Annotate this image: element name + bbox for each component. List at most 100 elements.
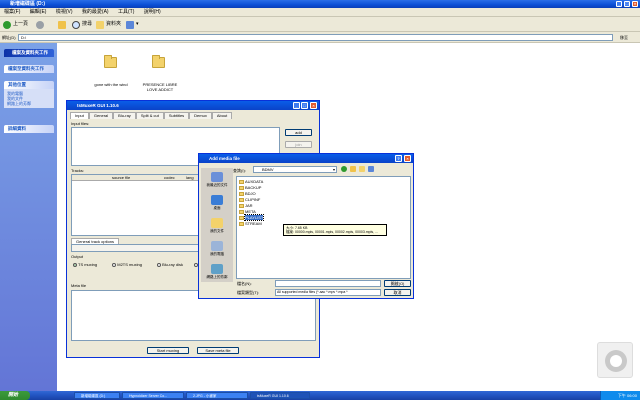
up-button[interactable] (58, 20, 66, 29)
minimize-button[interactable]: _ (293, 102, 300, 109)
menu-file[interactable]: 檔案(F) (0, 8, 24, 17)
tab-subtitles[interactable]: Subtitles (163, 112, 190, 119)
output-label: Output (71, 254, 84, 259)
open-button[interactable]: 開啟(O) (384, 280, 411, 287)
go-button[interactable]: 移至 (620, 35, 628, 40)
my-documents-icon (211, 218, 223, 228)
taskbar: 開始 新增磁碟區 (D:) Hypnoidizer Server Co... 2… (0, 391, 640, 400)
folder-icon[interactable] (152, 55, 165, 68)
file-tasks-header[interactable]: 檔案及資料夾工作 (4, 49, 54, 57)
folder-up-icon[interactable] (350, 166, 356, 172)
maximize-button[interactable]: □ (301, 102, 308, 109)
output-options: TS muxing M2TS muxing Blu-ray disk AVCHD (73, 262, 213, 267)
menu-edit[interactable]: 編輯(E) (26, 8, 51, 17)
folder-label-gone-with-the-wind[interactable]: gone with the wind (89, 82, 133, 87)
task-explorer[interactable]: 新增磁碟區 (D:) (74, 392, 120, 399)
task-tsmuxer[interactable]: tsMuxeR GUI 1.10.6 (250, 392, 310, 399)
other-places-header[interactable]: 其他位置 (4, 81, 54, 89)
radio-m2ts-muxing[interactable]: M2TS muxing (112, 262, 142, 267)
folder-icon[interactable] (104, 55, 117, 68)
back-button[interactable]: 上一頁 (3, 20, 28, 29)
menu-bar: 檔案(F) 編輯(E) 檢視(V) 我的最愛(A) 工具(T) 說明(H) (0, 8, 640, 17)
folders-button[interactable]: 資料夾 (96, 20, 121, 29)
tab-general[interactable]: General (88, 112, 114, 119)
col-lang[interactable]: lang (186, 175, 194, 180)
folder-tooltip: 大小: 7.65 KB 檔案: 00000.mpls, 00001.mpls, … (283, 224, 387, 236)
clock[interactable]: 下午 06:00 (618, 393, 637, 398)
details-header[interactable]: 詳細資料 (4, 125, 54, 133)
task-paint[interactable]: 2.JPG - 小畫家 (186, 392, 248, 399)
search-button[interactable]: 搜尋 (72, 20, 92, 29)
place-my-computer[interactable]: 我的電腦 (201, 241, 233, 257)
start-button[interactable]: 開始 (0, 391, 30, 400)
recent-documents-icon (211, 172, 223, 182)
place-network[interactable]: 網路上的芳鄰 (7, 101, 51, 106)
close-button[interactable]: × (404, 155, 411, 162)
tab-input[interactable]: Input (70, 112, 89, 119)
new-folder-icon[interactable] (359, 166, 365, 172)
file-folder-tasks-header[interactable]: 檔案至資料夾工作 (4, 65, 54, 73)
folder-item[interactable]: CLIPINF (239, 197, 260, 202)
help-button[interactable]: ? (395, 155, 402, 162)
explorer-title-bar[interactable]: 新增磁碟區 (D:) _ □ × (0, 0, 640, 8)
views-button[interactable]: ▾ (126, 20, 139, 29)
tsmuxer-tabs: Input General Blu-ray Split & cut Subtitles D… (70, 112, 233, 119)
filetype-select[interactable]: All supported media files (*.aac *.mpv *… (275, 289, 381, 296)
add-button[interactable]: add (285, 129, 312, 136)
file-tasks-title: 檔案及資料夾工作 (12, 50, 48, 55)
filename-input[interactable] (275, 280, 381, 287)
tsmuxer-title-bar[interactable]: tsMuxeR GUI 1.10.6 _ □ × (67, 101, 319, 110)
input-files-label: Input files: (71, 121, 90, 126)
menu-view[interactable]: 檢視(V) (52, 8, 77, 17)
views-icon[interactable] (368, 166, 374, 172)
address-input[interactable]: D:\ (18, 34, 613, 41)
folder-item[interactable]: BDJO (239, 191, 256, 196)
task-hypnoidizer[interactable]: Hypnoidizer Server Co... (122, 392, 184, 399)
menu-favorites[interactable]: 我的最愛(A) (78, 8, 113, 17)
col-source-file[interactable]: source file (112, 175, 130, 180)
close-button[interactable]: × (310, 102, 317, 109)
places-bar: 我最近的文件 桌面 我的文件 我的電腦 網路上的芳鄰 (201, 168, 233, 282)
add-media-dialog: Add media file ? × 查詢(I): BDMV ▾ 我最近的文件 … (198, 153, 414, 299)
tab-bluray[interactable]: Blu-ray (113, 112, 136, 119)
place-my-documents[interactable]: 我的文件 (201, 218, 233, 234)
minimize-button[interactable]: _ (616, 1, 622, 7)
radio-bluray-disk[interactable]: Blu-ray disk (157, 262, 183, 267)
maximize-button[interactable]: □ (624, 1, 630, 7)
back-icon[interactable] (341, 166, 347, 172)
close-button[interactable]: × (632, 1, 638, 7)
col-codec[interactable]: codec (164, 175, 175, 180)
radio-ts-muxing[interactable]: TS muxing (73, 262, 97, 267)
tab-split-cut[interactable]: Split & cut (135, 112, 164, 119)
save-meta-file-button[interactable]: Save meta file (197, 347, 239, 354)
tab-about[interactable]: About (211, 112, 233, 119)
folder-item[interactable]: META (239, 209, 256, 214)
back-arrow-icon (3, 20, 11, 29)
filetype-label: 檔案類型(T): (237, 290, 260, 295)
forward-button[interactable] (36, 20, 44, 29)
radio-icon (112, 262, 117, 267)
folder-label-presence[interactable]: PRESENCE LIBRE LOVE ADDICT (138, 82, 182, 92)
join-button[interactable]: join (285, 141, 312, 148)
folder-item[interactable]: JAR (239, 203, 253, 208)
radio-icon (157, 262, 162, 267)
file-tasks-box: 檔案及資料夾工作 (4, 49, 54, 57)
menu-tools[interactable]: 工具(T) (114, 8, 138, 17)
tab-demux[interactable]: Demux (189, 112, 212, 119)
menu-help[interactable]: 說明(H) (140, 8, 165, 17)
place-network[interactable]: 網路上的芳鄰 (201, 264, 233, 280)
cancel-button[interactable]: 取消 (384, 289, 411, 296)
tracks-label: Tracks: (71, 168, 84, 173)
start-muxing-button[interactable]: Start muxing (147, 347, 189, 354)
folder-item[interactable]: AUXDATA (239, 179, 263, 184)
file-folder-tasks-box: 檔案至資料夾工作 (4, 65, 54, 73)
folder-item[interactable]: BACKUP (239, 185, 261, 190)
folder-item[interactable]: STREAM (239, 221, 262, 226)
logo-icon (605, 350, 627, 372)
dialog-title-bar[interactable]: Add media file ? × (199, 154, 413, 163)
place-recent[interactable]: 我最近的文件 (201, 172, 233, 188)
place-desktop[interactable]: 桌面 (201, 195, 233, 211)
lookin-select[interactable]: BDMV ▾ (253, 166, 337, 173)
address-bar: 網址(D) D:\ 移至 (0, 32, 640, 43)
folder-item[interactable]: PLAYLIST (239, 214, 265, 221)
